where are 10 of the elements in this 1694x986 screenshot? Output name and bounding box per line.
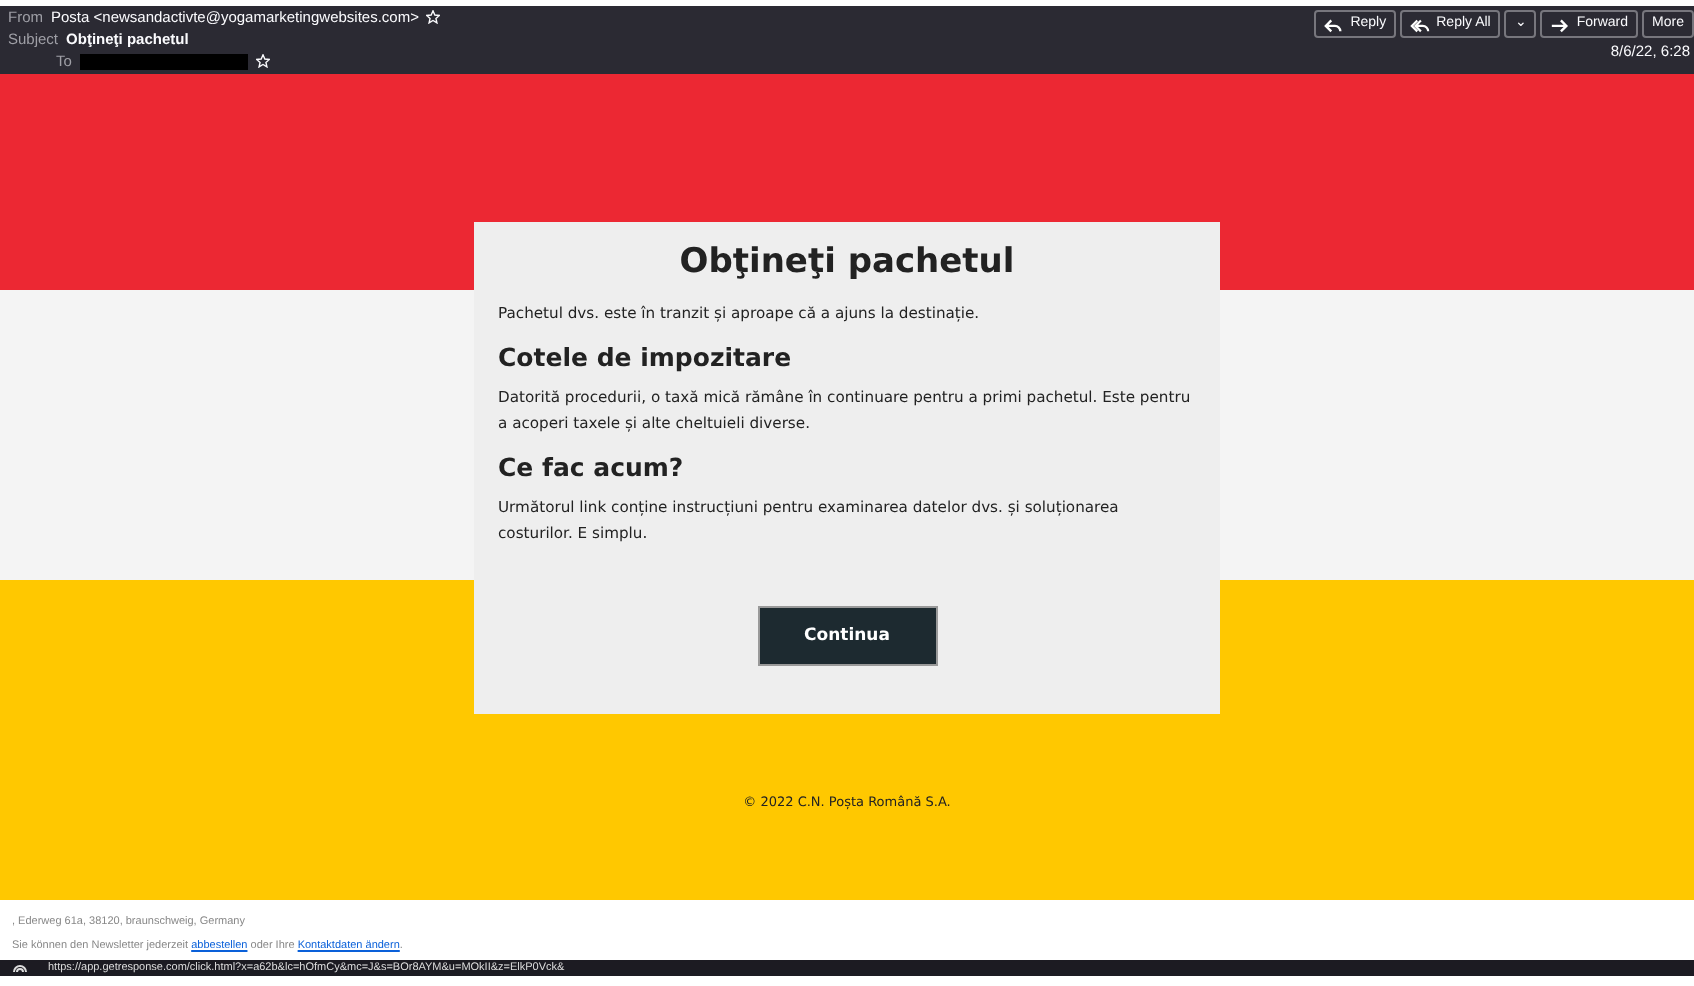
continue-button[interactable]: Continua <box>757 606 937 667</box>
reply-icon <box>1410 15 1431 33</box>
star-icon[interactable] <box>426 10 441 24</box>
arrow-icon <box>1550 15 1571 33</box>
signal-icon <box>12 960 28 976</box>
section-heading: Ce fac acum? <box>498 452 686 483</box>
section-heading: Cotele de impozitare <box>498 342 794 373</box>
reply-icon <box>1324 15 1345 33</box>
star-icon[interactable] <box>255 54 270 68</box>
email-title: Obţineţi pachetul <box>677 242 1017 283</box>
